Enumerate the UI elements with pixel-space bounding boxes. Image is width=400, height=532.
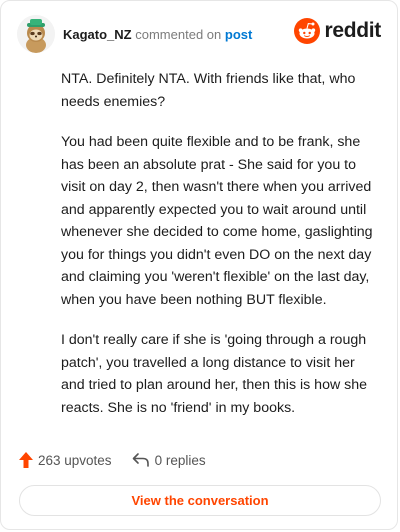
username-link[interactable]: Kagato_NZ	[63, 27, 132, 42]
upvote-count[interactable]: 263 upvotes	[19, 452, 112, 468]
replies-label: 0 replies	[154, 452, 206, 468]
comment-paragraph-3: I don't really care if she is 'going thr…	[61, 332, 368, 416]
reddit-wordmark: reddit	[324, 19, 381, 42]
commented-on-text: commented on	[135, 26, 222, 42]
reddit-snoo-icon	[294, 18, 321, 44]
user-avatar[interactable]	[17, 15, 55, 53]
comment-paragraph-1: NTA. Definitely NTA. With friends like t…	[61, 71, 356, 110]
comment-paragraph-2: You had been quite flexible and to be fr…	[61, 134, 373, 308]
comment-meta: Kagato_NZ commented on post	[63, 27, 252, 42]
reddit-logo[interactable]: reddit	[294, 18, 381, 44]
comment-header: Kagato_NZ commented on post reddit	[17, 15, 381, 53]
post-link[interactable]: post	[225, 27, 252, 42]
upvotes-label: 263 upvotes	[38, 452, 112, 468]
comment-body: NTA. Definitely NTA. With friends like t…	[61, 68, 381, 437]
comment-card: Kagato_NZ commented on post reddit NTA. …	[0, 0, 398, 530]
reply-count[interactable]: 0 replies	[132, 452, 206, 468]
comment-stats: 263 upvotes 0 replies	[19, 450, 206, 470]
view-conversation-button[interactable]: View the conversation	[19, 485, 381, 516]
reply-arrow-icon	[132, 453, 149, 467]
upvote-arrow-icon	[19, 452, 33, 468]
avatar-sloth-icon	[17, 15, 55, 53]
